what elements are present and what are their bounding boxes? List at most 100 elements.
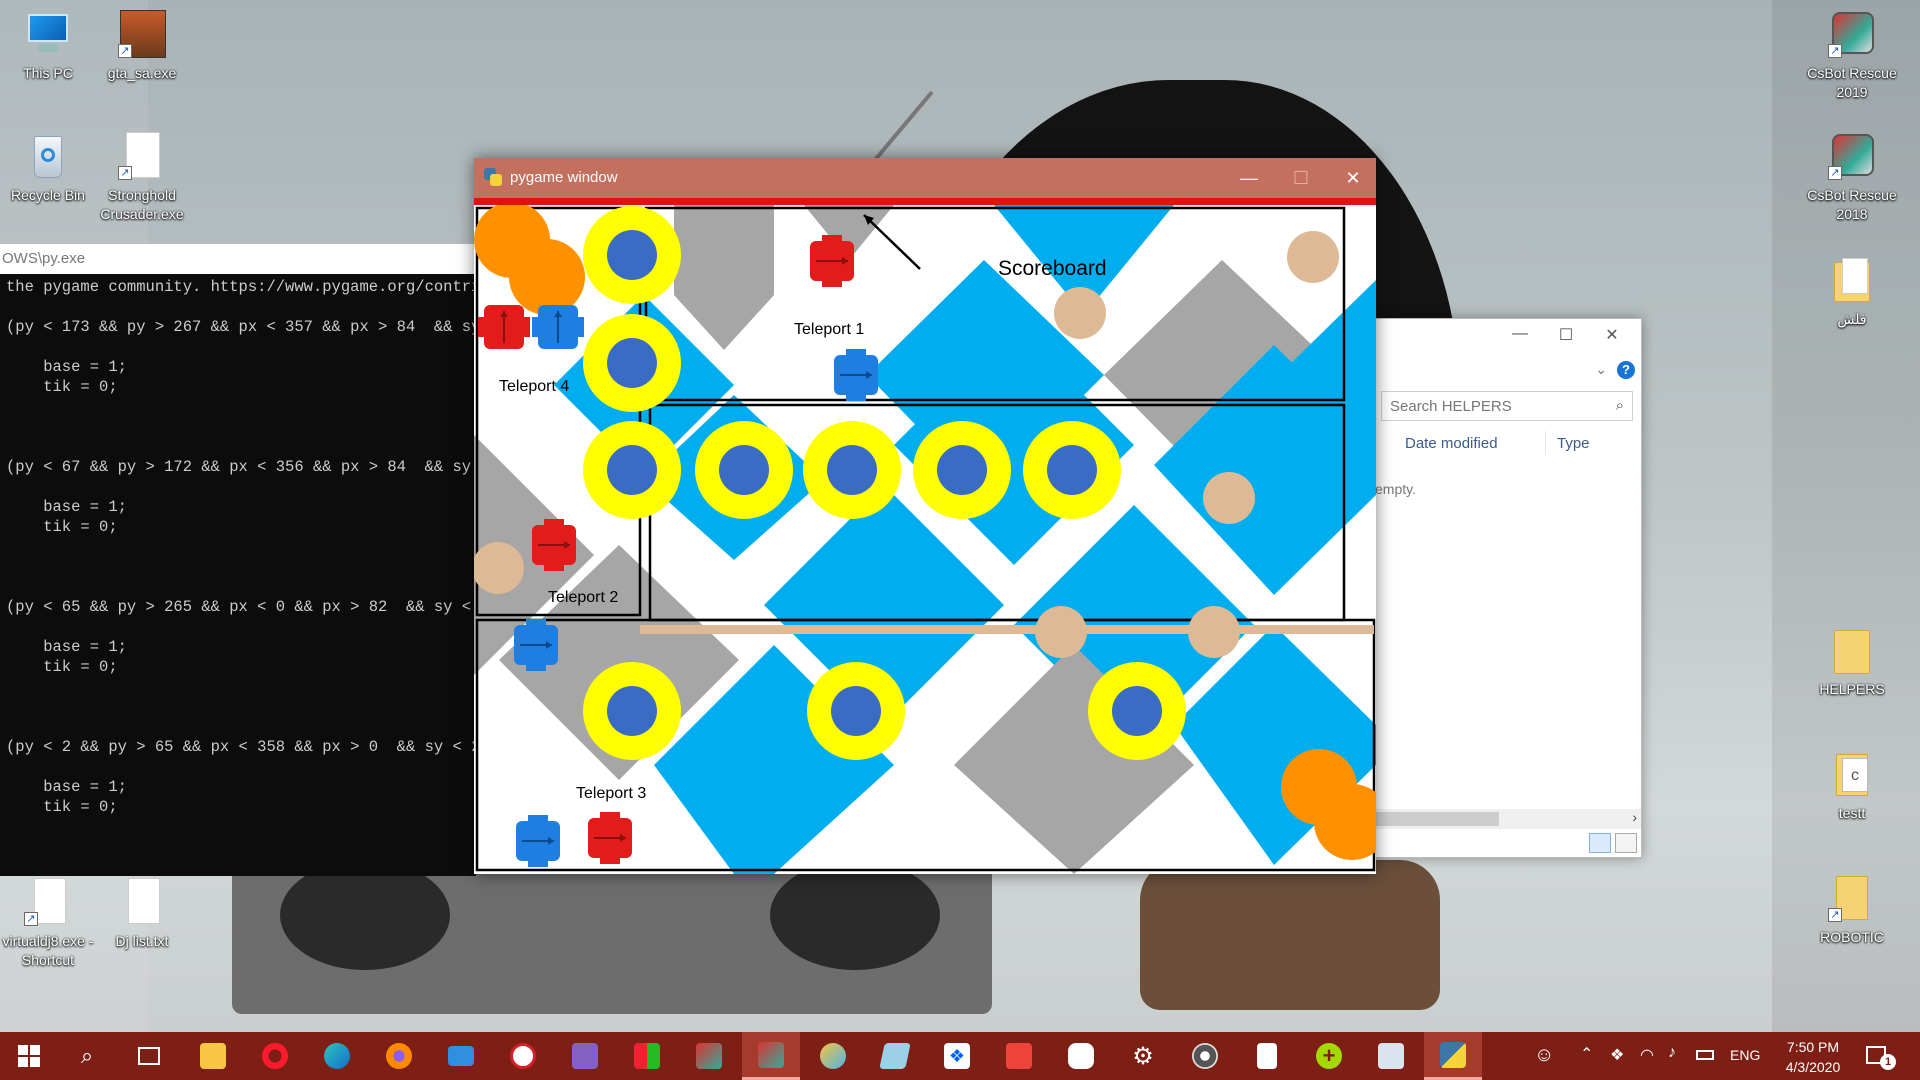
taskbar-app-media[interactable] — [1176, 1032, 1234, 1080]
large-icons-view-button[interactable] — [1615, 833, 1637, 853]
scoreboard-label: Scoreboard — [998, 257, 1107, 280]
desktop-icon-this-pc[interactable]: This PC — [0, 10, 96, 83]
task-view-icon — [138, 1047, 160, 1065]
scrollbar-thumb[interactable] — [1375, 812, 1499, 826]
search-input[interactable]: Search HELPERS ⌕ — [1381, 391, 1633, 421]
media-icon — [1192, 1043, 1218, 1069]
maximize-button[interactable]: ☐ — [1543, 325, 1589, 349]
app-grid-icon — [634, 1043, 660, 1069]
desktop-icon-label: gta_sa.exe — [107, 65, 177, 81]
plus-app-icon: + — [1316, 1043, 1342, 1069]
people-icon[interactable]: ☺ — [1534, 1044, 1554, 1067]
taskbar-app-opera[interactable] — [246, 1032, 304, 1080]
volume-icon[interactable]: ♪ — [1668, 1044, 1676, 1062]
taskbar-app-settings[interactable]: ⚙ — [1114, 1032, 1172, 1080]
opera-icon — [262, 1043, 288, 1069]
desktop-icon-label: Recycle Bin — [11, 187, 85, 203]
taskbar-app-mail[interactable] — [432, 1032, 490, 1080]
console-line: base = 1; — [6, 358, 127, 376]
details-view-button[interactable] — [1589, 833, 1611, 853]
pygame-window[interactable]: pygame window — ☐ ✕ Scoreboard Teleport … — [474, 158, 1376, 874]
start-button[interactable] — [0, 1032, 58, 1080]
file-explorer-icon — [200, 1043, 226, 1069]
search-button[interactable]: ⌕ — [58, 1032, 116, 1080]
minimize-button[interactable]: — — [1226, 164, 1272, 192]
console-line: (py < 65 && py > 265 && px < 0 && px > 8… — [6, 598, 476, 616]
battery-icon[interactable] — [1696, 1050, 1714, 1060]
chevron-down-icon[interactable]: ⌄ — [1595, 361, 1607, 378]
pygame-title: pygame window — [510, 169, 618, 186]
taskbar-app-paint[interactable] — [804, 1032, 862, 1080]
taskbar: ⌕ ❖ ⚙ + ☺ ⌃ ❖ ◠ ♪ ENG 7:50 PM 4/3/2020 1 — [0, 1032, 1920, 1080]
minimize-button[interactable]: — — [1497, 325, 1543, 349]
desktop-icon-csbot-2018[interactable]: ↗ CsBot Rescue 2018 — [1804, 132, 1900, 224]
visual-studio-icon — [572, 1043, 598, 1069]
close-button[interactable]: ✕ — [1330, 164, 1376, 192]
taskbar-app-notepad[interactable] — [866, 1032, 924, 1080]
taskbar-app-calculator[interactable] — [1238, 1032, 1296, 1080]
taskbar-app-grid[interactable] — [618, 1032, 676, 1080]
csbot-icon: ↗ — [1828, 132, 1876, 180]
pygame-title-bar[interactable]: pygame window — ☐ ✕ — [474, 158, 1376, 198]
taskbar-app-visual-studio[interactable] — [556, 1032, 614, 1080]
taskbar-app-user-folder[interactable] — [1362, 1032, 1420, 1080]
wallpaper-speaker-right — [770, 860, 940, 970]
taskbar-app-discord[interactable] — [1052, 1032, 1110, 1080]
csbot-icon: ↗ — [1828, 10, 1876, 58]
desktop-icon-testt[interactable]: c testt — [1804, 750, 1900, 823]
column-header-type[interactable]: Type — [1557, 435, 1590, 452]
desktop-icon-helpers[interactable]: HELPERS — [1804, 626, 1900, 699]
taskbar-app-file-explorer[interactable] — [184, 1032, 242, 1080]
firefox-icon — [386, 1043, 412, 1069]
csbot-icon — [696, 1043, 722, 1069]
help-icon[interactable]: ? — [1617, 361, 1635, 379]
desktop-icon-recycle-bin[interactable]: Recycle Bin — [0, 132, 96, 205]
language-indicator[interactable]: ENG — [1730, 1047, 1760, 1063]
wifi-icon[interactable]: ◠ — [1640, 1045, 1654, 1065]
notification-center-button[interactable]: 1 — [1866, 1044, 1896, 1070]
taskbar-app-anydesk[interactable] — [990, 1032, 1048, 1080]
chevron-up-icon[interactable]: ⌃ — [1580, 1044, 1593, 1064]
desktop-icon-dj-list[interactable]: Dj list.txt — [94, 878, 190, 951]
console-window[interactable]: OWS\py.exe the pygame community. https:/… — [0, 244, 476, 876]
text-file-icon — [118, 878, 166, 926]
csbot-icon — [758, 1041, 784, 1068]
desktop-icon-label: ROBOTIC — [1820, 929, 1884, 945]
taskbar-app-csbot-1[interactable] — [680, 1032, 738, 1080]
console-line: base = 1; — [6, 638, 127, 656]
desktop-icon-robotic[interactable]: ↗ ROBOTIC — [1804, 874, 1900, 947]
desktop-icon-gta-sa[interactable]: ↗ gta_sa.exe — [94, 10, 190, 83]
console-line: (py < 173 && py > 267 && px < 357 && px … — [6, 318, 476, 336]
taskbar-app-huawei[interactable] — [494, 1032, 552, 1080]
desktop-icon-virtualdj[interactable]: ↗ virtualdj8.exe - Shortcut — [0, 878, 96, 970]
taskbar-app-dropbox[interactable]: ❖ — [928, 1032, 986, 1080]
taskbar-app-python[interactable] — [1424, 1032, 1482, 1080]
wallpaper-speaker-left — [280, 860, 450, 970]
clock[interactable]: 7:50 PM 4/3/2020 — [1768, 1037, 1858, 1077]
taskbar-app-csbot-2[interactable] — [742, 1032, 800, 1080]
teleport-4-label: Teleport 4 — [499, 378, 569, 395]
close-button[interactable]: ✕ — [1589, 325, 1635, 349]
maximize-button: ☐ — [1292, 168, 1310, 188]
desktop-icon-csbot-2019[interactable]: ↗ CsBot Rescue 2019 — [1804, 10, 1900, 102]
score-progress-bar — [474, 198, 1376, 205]
tan-disc — [1287, 231, 1339, 283]
huawei-icon — [510, 1043, 536, 1069]
task-view-button[interactable] — [120, 1032, 178, 1080]
desktop-icon-label: Stronghold Crusader.exe — [100, 187, 184, 222]
taskbar-app-plus[interactable]: + — [1300, 1032, 1358, 1080]
teleport-2-label: Teleport 2 — [548, 589, 618, 606]
shortcut-arrow-icon: ↗ — [118, 44, 132, 58]
horizontal-scrollbar[interactable]: › — [1375, 809, 1641, 829]
taskbar-app-firefox[interactable] — [370, 1032, 428, 1080]
dropbox-tray-icon[interactable]: ❖ — [1610, 1045, 1624, 1065]
desktop-icon-flash-folder[interactable]: فلش — [1804, 256, 1900, 329]
column-header-date-modified[interactable]: Date modified — [1405, 435, 1498, 452]
scroll-right-icon[interactable]: › — [1632, 809, 1637, 825]
desktop-icon-stronghold[interactable]: ↗ Stronghold Crusader.exe — [94, 132, 190, 224]
taskbar-app-edge[interactable] — [308, 1032, 366, 1080]
console-title-bar[interactable]: OWS\py.exe — [0, 244, 476, 274]
calculator-icon — [1257, 1043, 1277, 1069]
explorer-window[interactable]: — ☐ ✕ ⌄ ? Search HELPERS ⌕ Date modified… — [1374, 318, 1642, 858]
